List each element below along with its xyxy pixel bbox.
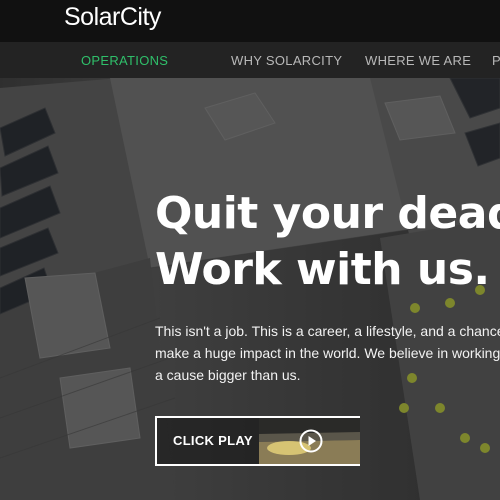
- nav-item-more[interactable]: P: [492, 53, 500, 68]
- hero-headline: Quit your deadend Work with us.: [155, 186, 500, 298]
- click-play-button[interactable]: CLICK PLAY: [155, 416, 360, 466]
- hero-section: Quit your deadend Work with us. This isn…: [0, 78, 500, 500]
- nav-item-where-we-are[interactable]: WHERE WE ARE: [365, 53, 471, 68]
- solarcity-logo[interactable]: SolarCity: [64, 3, 161, 32]
- top-bar: SolarCity: [0, 0, 500, 42]
- intro-line-1: This isn't a job. This is a career, a li…: [155, 323, 500, 339]
- video-thumbnail[interactable]: [259, 418, 360, 464]
- hero-intro-text: This isn't a job. This is a career, a li…: [155, 320, 500, 386]
- main-nav: OPERATIONS WHY SOLARCITY WHERE WE ARE P: [0, 42, 500, 78]
- click-play-label: CLICK PLAY: [173, 433, 253, 448]
- nav-item-why-solarcity[interactable]: WHY SOLARCITY: [231, 53, 342, 68]
- intro-line-3: a cause bigger than us.: [155, 367, 301, 383]
- hero-headline-line1: Quit your deadend: [155, 188, 500, 239]
- intro-line-2: make a huge impact in the world. We beli…: [155, 345, 500, 361]
- nav-item-operations[interactable]: OPERATIONS: [81, 53, 168, 68]
- play-icon[interactable]: [299, 429, 323, 453]
- hero-headline-line2: Work with us.: [155, 244, 490, 295]
